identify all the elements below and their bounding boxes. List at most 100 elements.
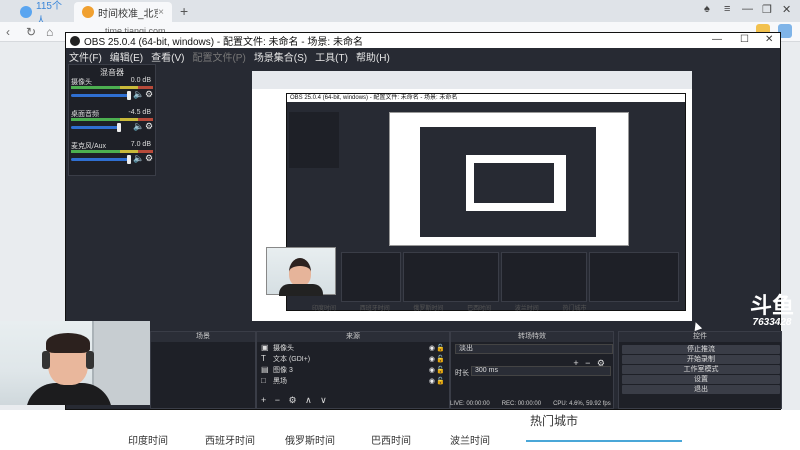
- preview-person-head: [289, 258, 311, 286]
- scenes-dock: 场景: [150, 331, 256, 409]
- page-link[interactable]: 俄罗斯时间: [285, 432, 335, 447]
- exit-button[interactable]: 退出: [622, 385, 780, 394]
- channel-db: 0.0 dB: [130, 77, 151, 84]
- source-item[interactable]: T 文本 (GDI+) ◉ 🔓: [257, 353, 449, 364]
- source-item[interactable]: ▤ 图像 3 ◉ 🔓: [257, 364, 449, 375]
- douyu-mark: 斗鱼: [749, 293, 794, 318]
- maximize-button[interactable]: ❐: [762, 3, 772, 16]
- slider-handle[interactable]: [117, 123, 121, 132]
- duration-input[interactable]: 300 ms: [471, 366, 611, 376]
- lock-icon[interactable]: 🔓: [436, 377, 445, 385]
- menu-profile[interactable]: 配置文件(P): [192, 49, 245, 64]
- audio-mixer-panel: 混音器 摄像头 0.0 dB 🔈 ⚙ 桌面音频 -4.5 dB 🔈 ⚙ 麦克风/…: [68, 64, 156, 176]
- gear-icon[interactable]: ⚙: [145, 153, 153, 164]
- tab-close-icon[interactable]: ×: [158, 7, 164, 18]
- tab-115[interactable]: 115个人: [12, 1, 70, 27]
- menu-help[interactable]: 帮助(H): [356, 49, 390, 64]
- menu-tools[interactable]: 工具(T): [315, 49, 348, 64]
- preview-link: 波兰时间: [514, 306, 539, 312]
- minimize-button[interactable]: —: [742, 3, 753, 15]
- gear-icon[interactable]: ⚙: [145, 89, 153, 100]
- preview-canvas[interactable]: OBS 25.0.4 (64-bit, windows) - 配置文件: 未命名…: [252, 71, 692, 321]
- preview-nested-obs: [420, 127, 596, 237]
- mixer-title: 混音器: [100, 68, 124, 77]
- stop-streaming-button[interactable]: 停止推流: [622, 345, 780, 354]
- back-icon[interactable]: ‹: [6, 25, 10, 39]
- source-name: 图像 3: [273, 366, 293, 374]
- speaker-icon[interactable]: ♠: [704, 3, 710, 15]
- headphone-left: [42, 351, 50, 369]
- lock-icon[interactable]: 🔓: [436, 355, 445, 363]
- source-item[interactable]: ▣ 摄像头 ◉ 🔓: [257, 342, 449, 353]
- obs-close-button[interactable]: ✕: [765, 34, 773, 45]
- tab-label: 时间校准_北京时间: [98, 8, 158, 20]
- cpu-fps: CPU: 4.6%, 59.92 fps: [553, 400, 611, 407]
- lock-icon[interactable]: 🔓: [436, 344, 445, 352]
- mixer-channel: 麦克风/Aux 7.0 dB 🔈 ⚙: [69, 141, 155, 172]
- menu-scene-collection[interactable]: 场景集合(S): [254, 49, 307, 64]
- preview-dock: [589, 252, 679, 302]
- slider-handle[interactable]: [127, 155, 131, 164]
- speaker-icon[interactable]: 🔈: [133, 121, 144, 132]
- sources-title: 来源: [257, 332, 449, 342]
- page-link[interactable]: 西班牙时间: [205, 432, 255, 447]
- page-link[interactable]: 巴西时间: [371, 432, 411, 447]
- close-button[interactable]: ✕: [782, 3, 791, 16]
- obs-title: OBS 25.0.4 (64-bit, windows) - 配置文件: 未命名…: [84, 37, 363, 48]
- preview-browser-chrome: [252, 71, 692, 89]
- volume-slider[interactable]: [71, 158, 129, 161]
- obs-minimize-button[interactable]: —: [712, 34, 722, 45]
- preview-link: 印度时间: [312, 306, 337, 312]
- speaker-icon[interactable]: 🔈: [133, 153, 144, 164]
- speaker-icon[interactable]: 🔈: [133, 89, 144, 100]
- gear-icon[interactable]: ⚙: [145, 121, 153, 132]
- douyu-logo: 斗鱼 7633428: [746, 295, 798, 335]
- slider-handle[interactable]: [127, 91, 131, 100]
- transition-select[interactable]: 淡出: [455, 344, 613, 354]
- volume-slider[interactable]: [71, 126, 119, 129]
- menu-icon[interactable]: ≡: [724, 3, 730, 15]
- menu-view[interactable]: 查看(V): [151, 49, 184, 64]
- browser-tab-bar: 115个人 时间校准_北京时间 × + ♠ ≡ — ❐ ✕: [0, 0, 800, 27]
- eye-icon[interactable]: ◉: [429, 377, 435, 385]
- preview-webcam: [266, 247, 336, 296]
- obs-window: OBS 25.0.4 (64-bit, windows) - 配置文件: 未命名…: [65, 32, 782, 410]
- page-link[interactable]: 波兰时间: [450, 432, 490, 447]
- studio-mode-button[interactable]: 工作室模式: [622, 365, 780, 374]
- home-icon[interactable]: ⌂: [46, 25, 53, 39]
- obs-maximize-button[interactable]: ☐: [740, 34, 749, 45]
- source-name: 文本 (GDI+): [273, 355, 311, 363]
- hot-cities-label: 热门城市: [530, 414, 579, 428]
- tab-time-calibration[interactable]: 时间校准_北京时间 ×: [74, 2, 172, 22]
- preview-link: 巴西时间: [467, 306, 492, 312]
- new-tab-button[interactable]: +: [180, 3, 188, 19]
- lock-icon[interactable]: 🔓: [436, 366, 445, 374]
- start-recording-button[interactable]: 开始录制: [622, 355, 780, 364]
- volume-slider[interactable]: [71, 94, 129, 97]
- camera-icon: ▣: [261, 343, 269, 352]
- rec-timer: REC: 00:00:00: [501, 400, 542, 407]
- duration-label: 时长: [455, 370, 469, 377]
- preview-obs-title: OBS 25.0.4 (64-bit, windows) - 配置文件: 未命名…: [287, 94, 685, 102]
- page-link[interactable]: 印度时间: [128, 432, 168, 447]
- preview-nested-browser: [389, 112, 629, 246]
- eye-icon[interactable]: ◉: [429, 355, 435, 363]
- hot-underline: [526, 440, 682, 442]
- source-toolbar[interactable]: + − ⚙ ∧ ∨: [261, 395, 330, 406]
- menu-file[interactable]: 文件(F): [69, 49, 102, 64]
- text-icon: T: [261, 354, 266, 363]
- source-item[interactable]: □ 黑场 ◉ 🔓: [257, 375, 449, 386]
- preview-link: 西班牙时间: [359, 306, 390, 312]
- live-timer: LIVE: 00:00:00: [450, 400, 490, 407]
- webcam-overlay: [0, 321, 150, 405]
- mixer-channel: 摄像头 0.0 dB 🔈 ⚙: [69, 77, 155, 108]
- menu-edit[interactable]: 编辑(E): [110, 49, 143, 64]
- image-icon: ▤: [261, 365, 269, 374]
- eye-icon[interactable]: ◉: [429, 366, 435, 374]
- eye-icon[interactable]: ◉: [429, 344, 435, 352]
- web-page-footer: 印度时间 西班牙时间 俄罗斯时间 巴西时间 波兰时间: [0, 410, 800, 450]
- source-name: 黑场: [273, 377, 287, 385]
- reload-icon[interactable]: ↻: [26, 25, 36, 39]
- obs-logo-icon: [70, 35, 80, 46]
- settings-button[interactable]: 设置: [622, 375, 780, 384]
